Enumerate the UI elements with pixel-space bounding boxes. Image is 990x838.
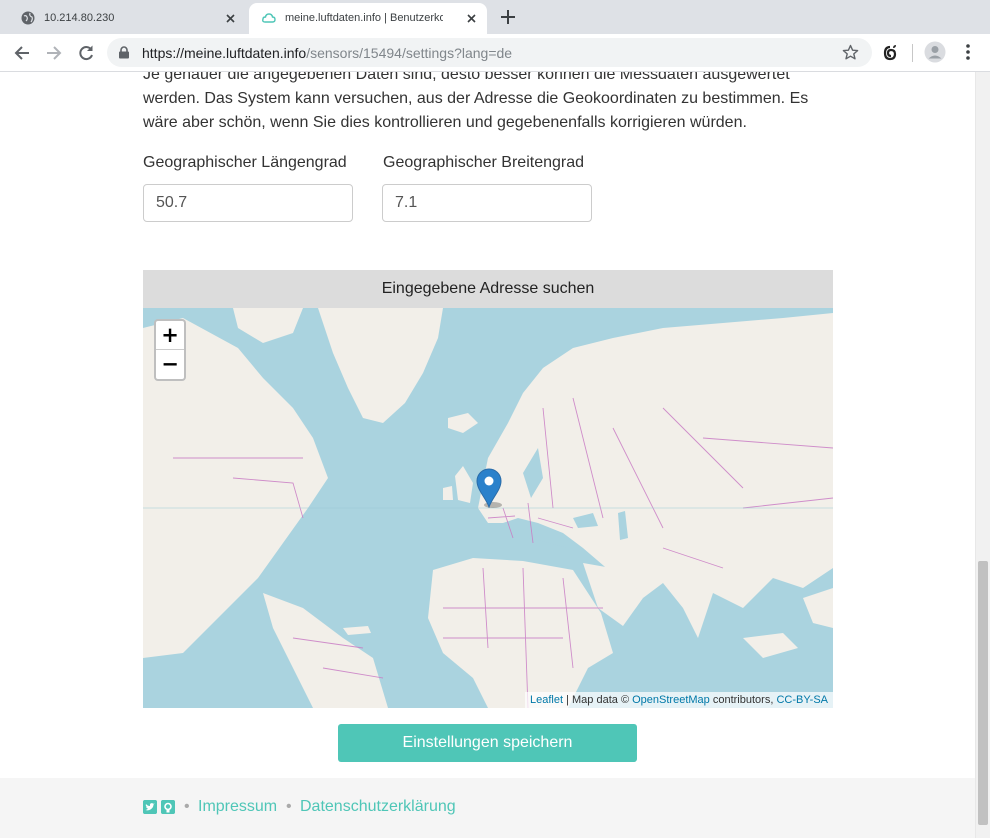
scrollbar-thumb[interactable] <box>978 561 988 825</box>
leaflet-link[interactable]: Leaflet <box>530 694 563 706</box>
back-icon[interactable] <box>12 43 32 63</box>
save-settings-button[interactable]: Einstellungen speichern <box>338 724 637 762</box>
footer-separator: • <box>286 798 292 815</box>
globe-icon <box>21 11 35 25</box>
longitude-input[interactable] <box>143 184 353 222</box>
tab-title: 10.214.80.230 <box>44 12 115 24</box>
address-bar[interactable]: https://meine.luftdaten.info/sensors/154… <box>107 38 872 67</box>
new-tab-icon[interactable] <box>499 8 517 26</box>
close-tab-icon[interactable] <box>464 11 479 26</box>
footer-separator: • <box>184 798 190 815</box>
location-marker-icon[interactable] <box>476 468 502 508</box>
gnome-extension-icon[interactable] <box>882 43 900 61</box>
more-menu-icon[interactable] <box>960 43 976 61</box>
url-text: https://meine.luftdaten.info/sensors/154… <box>142 45 512 61</box>
contributors-text: contributors, <box>712 694 774 706</box>
page-footer: • Impressum • Datenschutzerklärung <box>0 778 975 838</box>
search-address-button[interactable]: Eingegebene Adresse suchen <box>143 270 833 308</box>
browser-toolbar: https://meine.luftdaten.info/sensors/154… <box>0 34 990 72</box>
reload-icon[interactable] <box>76 43 96 63</box>
browser-tab-1[interactable]: 10.214.80.230 <box>8 3 246 34</box>
impressum-link[interactable]: Impressum <box>198 798 277 816</box>
map-zoom-control: + − <box>154 319 186 381</box>
profile-avatar-icon[interactable] <box>924 41 946 63</box>
twitter-icon[interactable] <box>143 800 157 814</box>
bookmark-star-icon[interactable] <box>842 44 859 61</box>
url-host: https://meine.luftdaten.info <box>142 45 307 61</box>
tab-title: meine.luftdaten.info | Benutzerkonfi <box>285 12 443 24</box>
forward-icon[interactable] <box>44 43 64 63</box>
location-map[interactable]: + − Leaflet | Map data © OpenStreetMap c… <box>143 308 833 708</box>
zoom-in-button[interactable]: + <box>156 321 184 350</box>
lock-icon[interactable] <box>118 46 130 59</box>
zoom-out-button[interactable]: − <box>156 350 184 379</box>
intro-paragraph: Je genauer die angegebenen Daten sind, d… <box>143 72 809 131</box>
latitude-input[interactable] <box>382 184 592 222</box>
openstreetmap-link[interactable]: OpenStreetMap <box>632 694 710 706</box>
page-scrollbar[interactable] <box>975 72 990 838</box>
latitude-label: Geographischer Breitengrad <box>383 154 585 171</box>
map-attribution: Leaflet | Map data © OpenStreetMap contr… <box>525 692 833 708</box>
map-data-text: | Map data © <box>566 694 630 706</box>
cloud-icon <box>262 13 276 23</box>
page-viewport: Je genauer die angegebenen Daten sind, d… <box>0 72 975 838</box>
close-tab-icon[interactable] <box>223 11 238 26</box>
browser-tab-2[interactable]: meine.luftdaten.info | Benutzerkonfi <box>249 3 487 34</box>
longitude-label: Geographischer Längengrad <box>143 154 347 171</box>
license-link[interactable]: CC-BY-SA <box>776 694 828 706</box>
url-path: /sensors/15494/settings?lang=de <box>306 45 513 61</box>
world-map-tiles[interactable] <box>143 308 833 708</box>
browser-tabstrip: 10.214.80.230 meine.luftdaten.info | Ben… <box>0 0 990 34</box>
toolbar-separator <box>912 44 913 62</box>
datenschutz-link[interactable]: Datenschutzerklärung <box>300 798 456 816</box>
github-icon[interactable] <box>161 800 175 814</box>
